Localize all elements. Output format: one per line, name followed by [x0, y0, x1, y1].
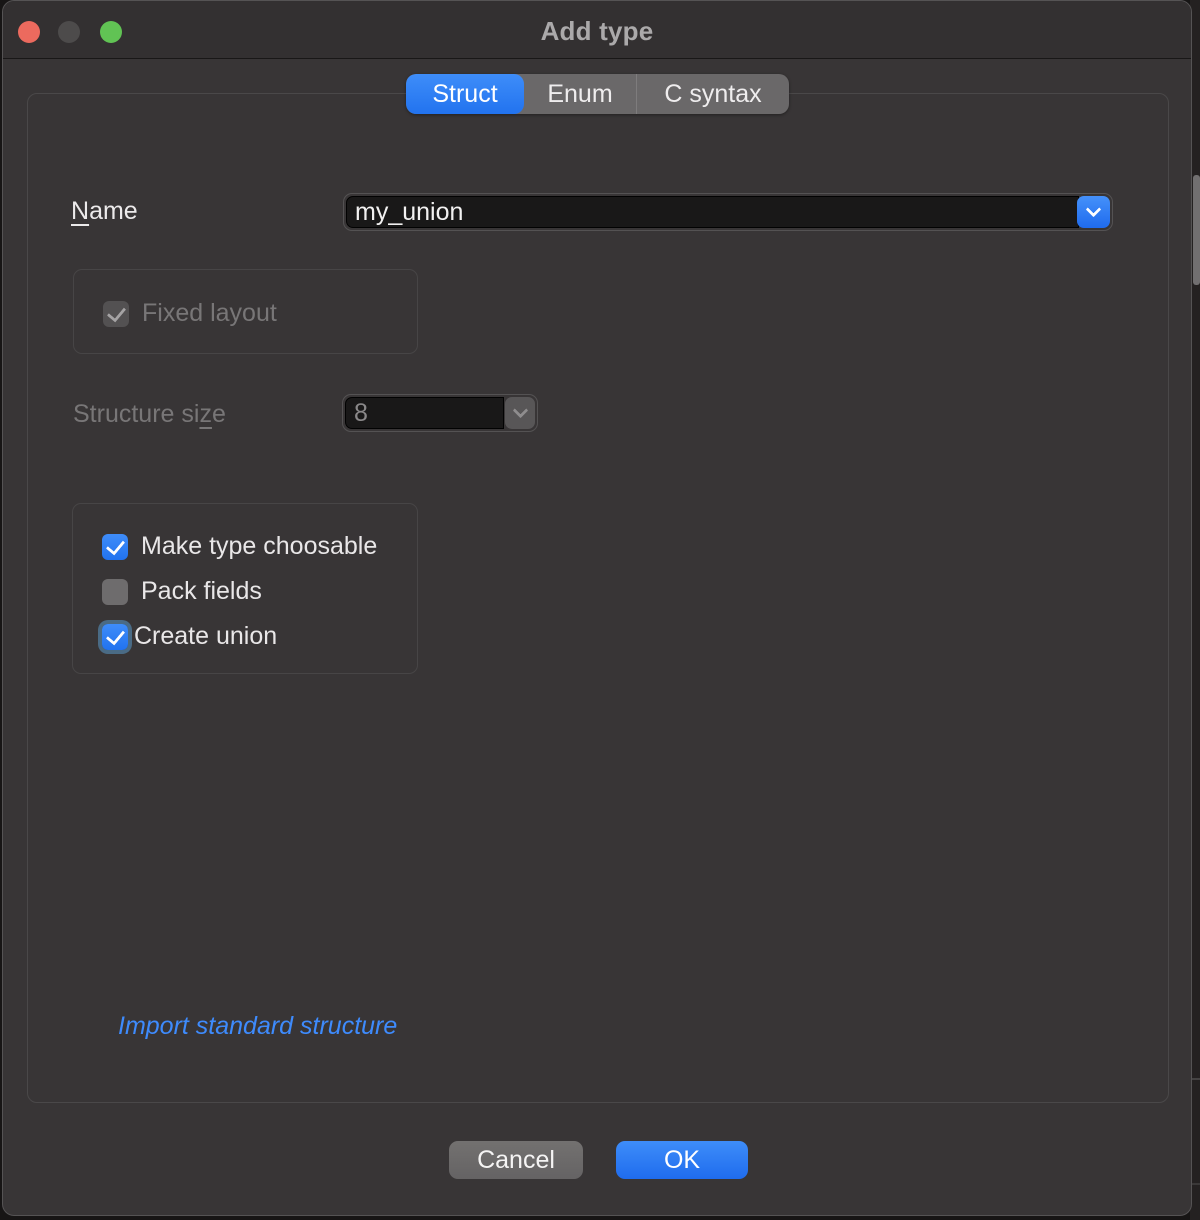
- make-type-choosable-label: Make type choosable: [141, 532, 377, 561]
- tab-c-syntax[interactable]: C syntax: [636, 74, 789, 114]
- fixed-layout-row: Fixed layout: [103, 299, 277, 328]
- create-union-checkbox[interactable]: [102, 624, 128, 650]
- add-type-dialog: Add type Struct Enum C syntax Name my_un…: [2, 0, 1192, 1216]
- fixed-layout-checkbox: [103, 301, 129, 327]
- ok-button[interactable]: OK: [616, 1141, 748, 1179]
- tab-bar: Struct Enum C syntax: [406, 74, 789, 114]
- create-union-label: Create union: [134, 622, 277, 651]
- make-type-choosable-checkbox[interactable]: [102, 534, 128, 560]
- name-label: Name: [71, 197, 138, 226]
- chevron-down-icon: [1086, 201, 1102, 217]
- import-standard-structure-link[interactable]: Import standard structure: [118, 1012, 397, 1041]
- cancel-button[interactable]: Cancel: [449, 1141, 583, 1179]
- fixed-layout-group: Fixed layout: [73, 269, 418, 354]
- structure-size-input: 8: [345, 397, 504, 429]
- options-group: Make type choosable Pack fields Create u…: [72, 503, 418, 674]
- structure-size-dropdown-button: [505, 397, 535, 429]
- pack-fields-checkbox[interactable]: [102, 579, 128, 605]
- pack-fields-label: Pack fields: [141, 577, 262, 606]
- name-combobox: my_union: [343, 193, 1113, 231]
- name-dropdown-button[interactable]: [1077, 196, 1110, 228]
- fixed-layout-label: Fixed layout: [142, 299, 277, 328]
- background-scrollbar: [1193, 175, 1200, 285]
- option-row-create-union: Create union: [102, 622, 418, 651]
- tab-struct[interactable]: Struct: [406, 74, 524, 114]
- option-row-make-type-choosable: Make type choosable: [102, 532, 418, 561]
- chevron-down-icon: [512, 402, 528, 418]
- structure-size-combobox: 8: [342, 394, 538, 432]
- tab-enum[interactable]: Enum: [524, 74, 636, 114]
- dialog-title: Add type: [3, 16, 1191, 47]
- structure-size-label: Structure size: [73, 400, 226, 429]
- titlebar: Add type: [3, 1, 1191, 59]
- name-input[interactable]: my_union: [346, 196, 1079, 228]
- option-row-pack-fields: Pack fields: [102, 577, 418, 606]
